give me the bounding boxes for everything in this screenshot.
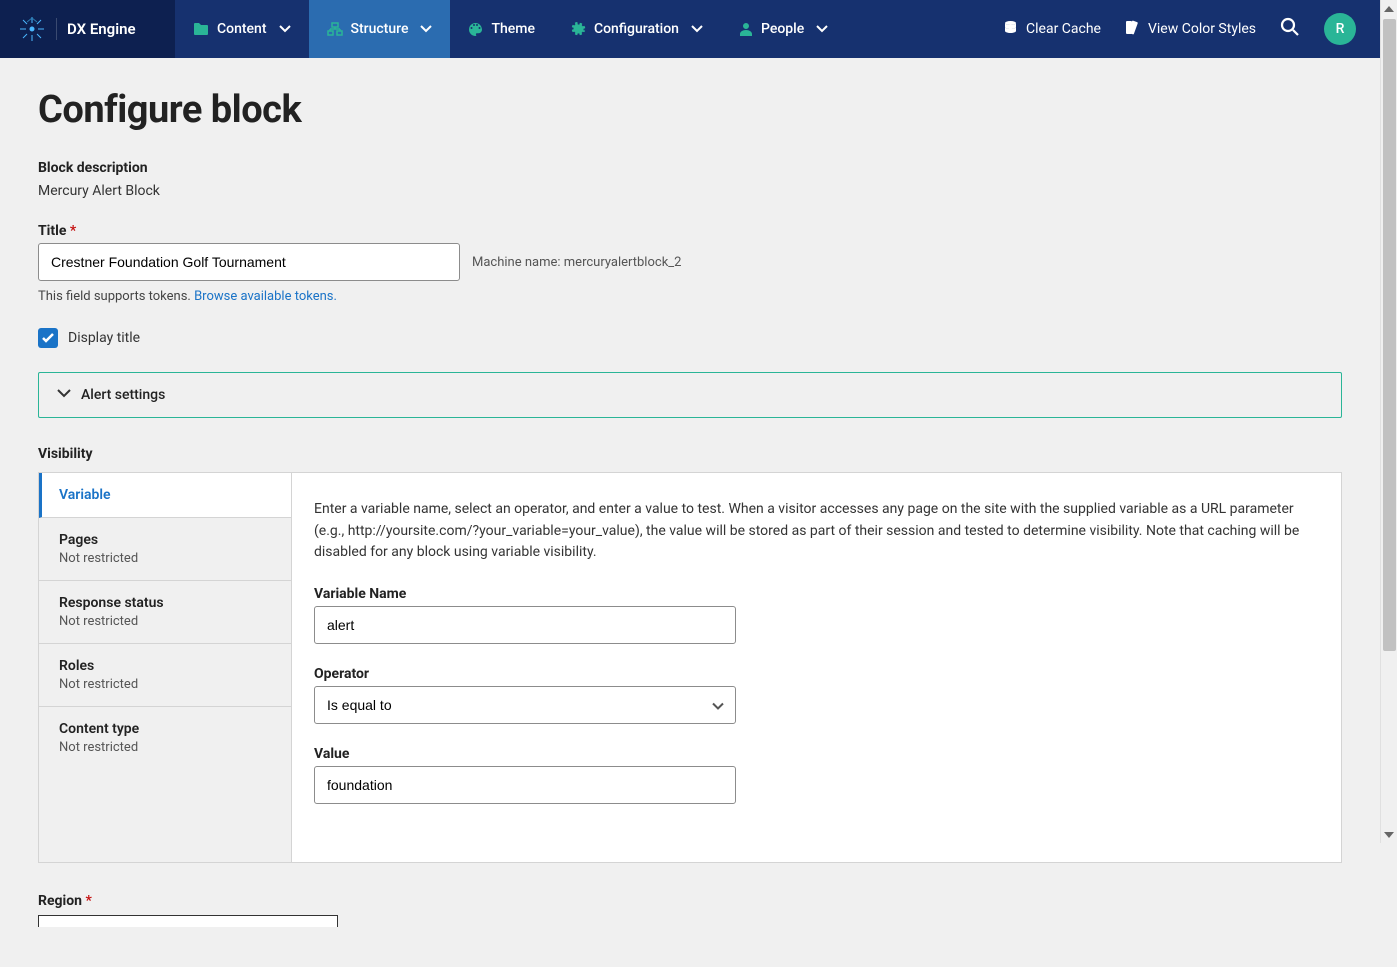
nav-content[interactable]: Content [175, 0, 309, 58]
folder-icon [193, 22, 209, 36]
theme-icon [468, 22, 483, 37]
value-label: Value [314, 746, 1319, 762]
display-title-row: Display title [38, 328, 1342, 348]
block-description-field: Block description Mercury Alert Block [38, 160, 1342, 199]
scrollbar[interactable] [1380, 0, 1397, 843]
view-styles-button[interactable]: View Color Styles [1125, 20, 1256, 39]
top-nav: DX Engine Content Structure Theme Config… [0, 0, 1380, 58]
alert-settings-toggle[interactable]: Alert settings [39, 373, 1341, 417]
region-field: Region * [38, 893, 1342, 927]
variable-panel: Enter a variable name, select an operato… [292, 473, 1341, 862]
scroll-down-icon[interactable] [1381, 826, 1397, 843]
tab-response-status[interactable]: Response status Not restricted [39, 581, 291, 644]
chevron-down-icon [57, 387, 71, 403]
scroll-up-icon[interactable] [1381, 0, 1397, 17]
nav-right: Clear Cache View Color Styles R [1003, 0, 1380, 58]
value-group: Value [314, 746, 1319, 804]
operator-label: Operator [314, 666, 1319, 682]
nav-structure[interactable]: Structure [309, 0, 451, 58]
value-input[interactable] [314, 766, 736, 804]
chevron-down-icon [279, 21, 291, 37]
tab-pages-sub: Not restricted [59, 551, 271, 566]
chevron-down-icon [691, 21, 703, 37]
nav-structure-label: Structure [351, 21, 409, 37]
gear-icon [571, 22, 586, 37]
clear-cache-label: Clear Cache [1026, 21, 1101, 37]
alert-settings-label: Alert settings [81, 387, 165, 403]
scroll-thumb[interactable] [1383, 19, 1396, 651]
chevron-down-icon [816, 21, 828, 37]
region-label: Region * [38, 893, 1342, 909]
tab-roles-sub: Not restricted [59, 677, 271, 692]
alert-settings: Alert settings [38, 372, 1342, 418]
block-description-value: Mercury Alert Block [38, 183, 160, 199]
search-icon [1280, 17, 1300, 41]
variable-description: Enter a variable name, select an operato… [314, 499, 1319, 564]
database-icon [1003, 20, 1018, 39]
clear-cache-button[interactable]: Clear Cache [1003, 20, 1101, 39]
tab-response-status-sub: Not restricted [59, 614, 271, 629]
chevron-down-icon [420, 21, 432, 37]
nav-configuration[interactable]: Configuration [553, 0, 721, 58]
visibility-section: Variable Pages Not restricted Response s… [38, 472, 1342, 863]
display-title-label: Display title [68, 330, 140, 346]
tab-variable-title: Variable [59, 487, 271, 503]
operator-group: Operator [314, 666, 1319, 724]
nav-theme-label: Theme [491, 21, 535, 37]
page-title: Configure block [38, 88, 1342, 132]
tokens-link[interactable]: Browse available tokens. [194, 289, 337, 304]
view-styles-label: View Color Styles [1148, 21, 1256, 37]
brand[interactable]: DX Engine [0, 0, 175, 58]
tab-variable[interactable]: Variable [39, 473, 291, 518]
required-icon: * [85, 893, 91, 909]
machine-name: Machine name: mercuryalertblock_2 [472, 255, 681, 270]
visibility-tabs: Variable Pages Not restricted Response s… [39, 473, 292, 862]
nav-people-label: People [761, 21, 804, 37]
avatar[interactable]: R [1324, 13, 1356, 45]
main-content: Configure block Block description Mercur… [0, 58, 1380, 967]
tokens-hint: This field supports tokens. Browse avail… [38, 289, 1342, 304]
nav-theme[interactable]: Theme [450, 0, 553, 58]
variable-name-group: Variable Name [314, 586, 1319, 644]
title-label: Title * [38, 223, 1342, 239]
structure-icon [327, 22, 343, 36]
required-icon: * [70, 223, 76, 239]
search-button[interactable] [1280, 17, 1300, 41]
nav-people[interactable]: People [721, 0, 846, 58]
avatar-initial: R [1336, 21, 1345, 37]
tab-response-status-title: Response status [59, 595, 271, 611]
title-input[interactable] [38, 243, 460, 281]
brand-text: DX Engine [67, 20, 136, 38]
tab-pages[interactable]: Pages Not restricted [39, 518, 291, 581]
swatch-icon [1125, 20, 1140, 39]
title-field: Title * Machine name: mercuryalertblock_… [38, 223, 1342, 304]
variable-name-input[interactable] [314, 606, 736, 644]
tab-content-type-title: Content type [59, 721, 271, 737]
display-title-checkbox[interactable] [38, 328, 58, 348]
nav-configuration-label: Configuration [594, 21, 679, 37]
person-icon [739, 22, 753, 37]
visibility-heading: Visibility [38, 446, 1342, 462]
brand-logo-icon [18, 15, 46, 43]
nav-items: Content Structure Theme Configuration Pe… [175, 0, 846, 58]
tab-content-type-sub: Not restricted [59, 740, 271, 755]
tab-roles-title: Roles [59, 658, 271, 674]
nav-content-label: Content [217, 21, 267, 37]
operator-select[interactable] [314, 686, 736, 724]
tab-pages-title: Pages [59, 532, 271, 548]
tab-content-type[interactable]: Content type Not restricted [39, 707, 291, 769]
block-description-label: Block description [38, 160, 1342, 176]
variable-name-label: Variable Name [314, 586, 1319, 602]
tab-roles[interactable]: Roles Not restricted [39, 644, 291, 707]
